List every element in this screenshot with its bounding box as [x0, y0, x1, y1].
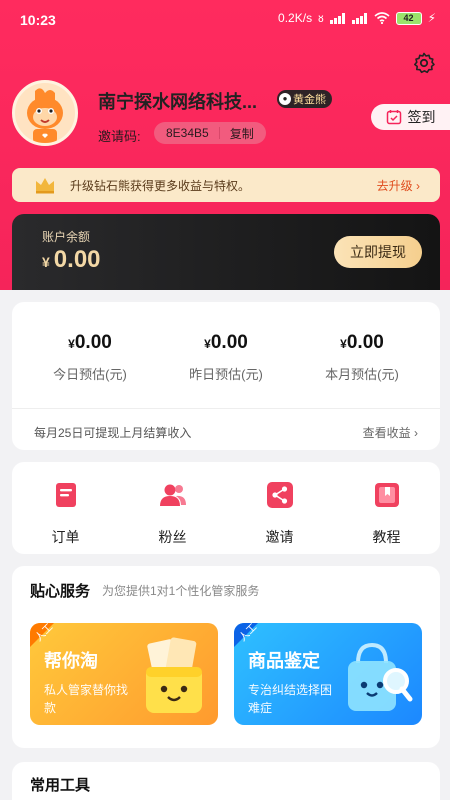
wifi-icon — [374, 12, 390, 24]
shopping-bag-magnifier-icon — [348, 642, 413, 711]
level-badge: ● 黄金熊 — [277, 90, 332, 108]
stat-label: 今日预估(元) — [53, 367, 127, 382]
stat-value: ¥0.00 — [292, 332, 432, 354]
stat-month[interactable]: ¥0.00 本月预估(元) — [292, 332, 432, 383]
order-icon — [55, 483, 76, 507]
menu-item-fans[interactable]: 粉丝 — [119, 480, 226, 547]
mute-icon: ᴕ — [318, 11, 324, 25]
bear-badge-icon: ● — [279, 93, 291, 105]
invite-code-box: 8E34B5 复制 — [154, 122, 266, 144]
earnings-card: ¥0.00 今日预估(元) ¥0.00 昨日预估(元) ¥0.00 本月预估(元… — [12, 302, 440, 450]
stat-label: 昨日预估(元) — [189, 367, 263, 382]
checkin-label: 签到 — [407, 109, 436, 125]
service-card-desc: 专治纠结选择困难症 — [248, 683, 333, 715]
service-card-title: 商品鉴定 — [248, 651, 320, 671]
menu-item-orders[interactable]: 订单 — [12, 480, 119, 547]
share-icon — [266, 482, 293, 508]
signal-icon — [329, 12, 346, 24]
upgrade-link[interactable]: 去升级 › — [377, 177, 420, 194]
stat-amount: 0.00 — [74, 332, 112, 353]
menu-label: 粉丝 — [158, 529, 187, 545]
stat-value: ¥0.00 — [156, 332, 296, 354]
tutorial-icon — [374, 483, 399, 507]
signal-icon-2 — [351, 12, 368, 24]
stat-currency: ¥ — [68, 337, 75, 351]
earnings-footer: 每月25日可提现上月结算收入 查看收益 › — [12, 408, 440, 450]
upgrade-link-label: 去升级 — [376, 178, 413, 193]
service-title: 贴心服务 — [30, 583, 91, 600]
balance-label: 账户余额 — [42, 230, 91, 244]
quick-menu: 订单 粉丝 邀请 教程 — [12, 462, 440, 554]
chevron-right-icon: › — [416, 178, 420, 193]
avatar[interactable] — [12, 80, 78, 146]
checkin-button[interactable]: 签到 — [371, 104, 450, 130]
level-badge-label: 黄金熊 — [293, 94, 326, 106]
shopping-assistant-card[interactable]: 人工 帮你淘 私人管家替你找款 — [30, 623, 218, 725]
withdraw-note: 每月25日可提现上月结算收入 — [34, 426, 192, 440]
tools-title: 常用工具 — [30, 777, 91, 794]
manual-tag: 人工 — [234, 623, 259, 647]
username: 南宁探水网络科技... — [98, 92, 258, 112]
balance-currency: ¥ — [42, 254, 50, 270]
invite-code-value: 8E34B5 — [166, 126, 209, 140]
service-card-title: 帮你淘 — [44, 651, 98, 671]
status-time: 10:23 — [20, 12, 56, 28]
upgrade-banner[interactable]: 升级钻石熊获得更多收益与特权。 去升级 › — [12, 168, 440, 202]
menu-label: 订单 — [51, 529, 80, 545]
stat-yesterday[interactable]: ¥0.00 昨日预估(元) — [156, 332, 296, 383]
product-appraisal-card[interactable]: 人工 商品鉴定 专治纠结选择困难症 — [234, 623, 422, 725]
divider — [218, 127, 220, 139]
chevron-right-icon: › — [414, 426, 418, 440]
service-subtitle: 为您提供1对1个性化管家服务 — [102, 584, 260, 598]
stat-amount: 0.00 — [346, 332, 384, 353]
upgrade-text: 升级钻石熊获得更多收益与特权。 — [70, 178, 251, 193]
menu-label: 邀请 — [265, 529, 294, 545]
charging-icon: ⚡ — [427, 11, 436, 25]
service-card-desc: 私人管家替你找款 — [44, 683, 129, 715]
menu-item-invite[interactable]: 邀请 — [226, 480, 333, 547]
copy-button[interactable]: 复制 — [230, 125, 254, 142]
fans-icon — [159, 484, 186, 506]
settings-gear-icon[interactable] — [412, 51, 436, 75]
menu-item-tutorial[interactable]: 教程 — [333, 480, 440, 547]
shopping-basket-icon — [146, 637, 202, 713]
service-card: 贴心服务 为您提供1对1个性化管家服务 人工 帮你淘 私人管家替你找款 人工 商… — [12, 566, 440, 748]
stat-currency: ¥ — [340, 337, 347, 351]
stat-amount: 0.00 — [210, 332, 248, 353]
calendar-check-icon — [386, 110, 401, 125]
withdraw-button[interactable]: 立即提现 — [334, 236, 422, 268]
balance-card: 账户余额 ¥0.00 立即提现 — [12, 214, 440, 290]
balance-amount: ¥0.00 — [42, 246, 101, 274]
network-speed: 0.2K/s — [278, 11, 313, 25]
stat-label: 本月预估(元) — [325, 367, 399, 382]
menu-label: 教程 — [372, 529, 401, 545]
battery-icon: 42 — [395, 11, 422, 25]
stat-today[interactable]: ¥0.00 今日预估(元) — [20, 332, 160, 383]
manual-tag: 人工 — [30, 623, 55, 647]
invite-code-label: 邀请码: — [98, 129, 141, 144]
tools-card: 常用工具 — [12, 762, 440, 800]
crown-icon — [36, 178, 54, 194]
view-earnings-link[interactable]: 查看收益 › — [363, 424, 418, 441]
view-earnings-label: 查看收益 — [362, 426, 411, 440]
balance-value: 0.00 — [53, 246, 101, 273]
stat-currency: ¥ — [204, 337, 211, 351]
stat-value: ¥0.00 — [20, 332, 160, 354]
status-bar: 10:23 0.2K/s ᴕ 42 ⚡ — [0, 0, 450, 40]
